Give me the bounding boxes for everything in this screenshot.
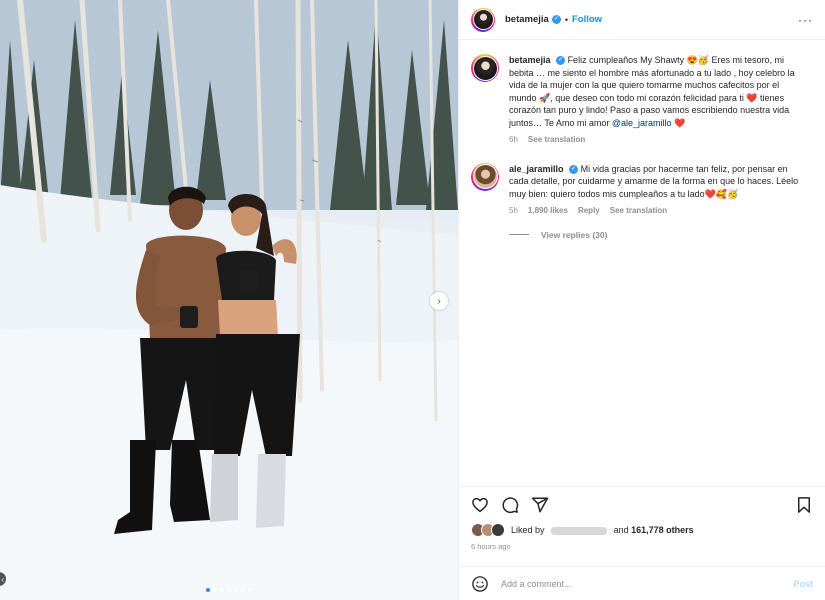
- instagram-post: › ‹ betamejia ✓ • Follow ··· betamejia ✓…: [0, 0, 825, 600]
- carousel-dot: [248, 588, 252, 592]
- author-avatar[interactable]: [471, 7, 495, 32]
- likes-and-label: and: [613, 525, 629, 535]
- view-replies-label: View replies (30): [541, 229, 608, 240]
- verified-icon: ✓: [551, 15, 561, 24]
- more-icon[interactable]: ···: [798, 13, 813, 27]
- caption: betamejia ✓ Feliz cumpleaños My Shawty 😍…: [471, 54, 813, 147]
- add-comment-bar: Post: [459, 566, 825, 600]
- carousel-dots: [206, 588, 252, 592]
- comments-list: betamejia ✓ Feliz cumpleaños My Shawty 😍…: [459, 40, 825, 240]
- replies-divider-line: [509, 234, 529, 235]
- bookmark-icon[interactable]: [795, 496, 813, 514]
- comment-input[interactable]: [501, 578, 794, 589]
- liked-by-label: Liked by: [511, 525, 545, 535]
- caption-avatar[interactable]: [471, 54, 499, 82]
- commenter-username[interactable]: ale_jaramillo: [509, 164, 564, 174]
- likes-summary[interactable]: Liked by and 161,778 others: [471, 523, 813, 537]
- share-icon[interactable]: [531, 496, 549, 514]
- follow-button[interactable]: Follow: [572, 14, 602, 25]
- carousel-next-button[interactable]: ›: [430, 292, 448, 310]
- author-username[interactable]: betamejia: [505, 14, 549, 25]
- comment-likes-count[interactable]: 1,890 likes: [528, 205, 568, 218]
- carousel-dot: [241, 588, 245, 592]
- post-header: betamejia ✓ • Follow ···: [459, 0, 825, 40]
- heart-icon[interactable]: [471, 496, 489, 514]
- redacted-username: [551, 526, 608, 535]
- carousel-dot: [234, 588, 238, 592]
- caption-timestamp[interactable]: 6h: [509, 134, 518, 147]
- post-comment-button[interactable]: Post: [793, 579, 813, 589]
- header-separator: •: [564, 14, 568, 25]
- verified-icon: ✓: [569, 164, 579, 174]
- caption-mention-link[interactable]: @ale_jaramillo: [612, 118, 672, 128]
- carousel-dot: [227, 588, 231, 592]
- carousel-dot: [220, 588, 224, 592]
- commenter-avatar[interactable]: [471, 162, 499, 191]
- verified-icon: ✓: [556, 56, 566, 66]
- caption-username[interactable]: betamejia: [509, 55, 551, 65]
- caption-text-part2: ❤️: [671, 117, 686, 128]
- likes-count[interactable]: 161,778 others: [631, 525, 694, 535]
- view-replies-button[interactable]: View replies (30): [509, 230, 813, 240]
- photo-scene: [0, 0, 458, 600]
- post-timestamp[interactable]: 6 hours ago: [471, 542, 813, 551]
- comment-icon[interactable]: [501, 496, 519, 514]
- carousel-dot: [213, 588, 217, 592]
- comment-item: ale_jaramillo ✓ Mi vida gracias por hace…: [471, 162, 813, 218]
- post-side-panel: betamejia ✓ • Follow ··· betamejia ✓ Fel…: [458, 0, 825, 600]
- carousel-dot: [206, 588, 210, 592]
- comment-timestamp[interactable]: 5h: [509, 205, 518, 218]
- post-photo[interactable]: › ‹: [0, 0, 458, 600]
- liker-avatars: [471, 523, 505, 537]
- emoji-icon[interactable]: [471, 575, 489, 593]
- caption-see-translation[interactable]: See translation: [528, 134, 585, 147]
- comment-reply-button[interactable]: Reply: [578, 205, 600, 218]
- post-actions: Liked by and 161,778 others 6 hours ago: [459, 486, 825, 551]
- comment-see-translation[interactable]: See translation: [610, 205, 667, 218]
